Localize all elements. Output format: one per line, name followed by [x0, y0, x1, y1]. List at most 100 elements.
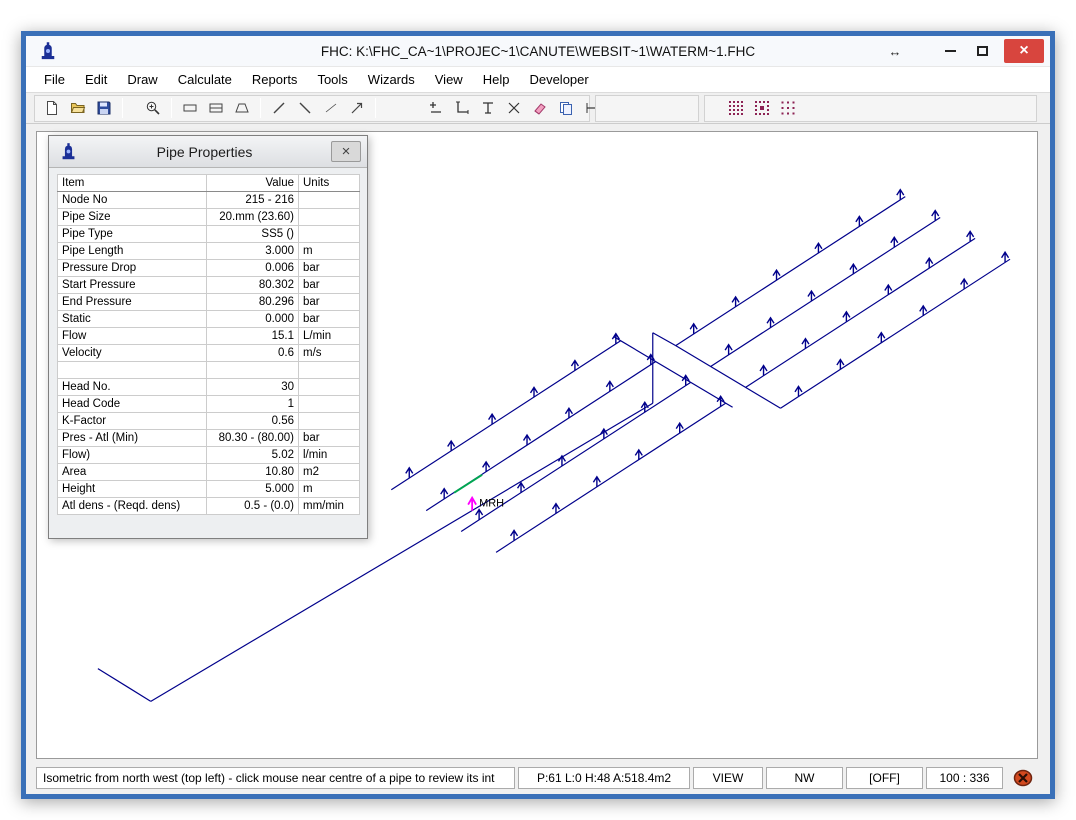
pipe-elbow-button[interactable] [450, 97, 474, 119]
status-bar: Isometric from north west (top left) - c… [26, 766, 1050, 794]
property-units: L/min [299, 328, 360, 345]
toolbar-separator [375, 98, 376, 118]
menu-item-reports[interactable]: Reports [242, 68, 308, 91]
property-item: Pipe Type [58, 226, 207, 243]
rect-mid-button[interactable] [204, 97, 228, 119]
property-row: Head No.30 [58, 379, 360, 396]
mrh-label: MRH [479, 498, 504, 510]
rect-mid-tool-icon [208, 100, 224, 116]
property-item: Area [58, 464, 207, 481]
table-header-row: ItemValueUnits [58, 175, 360, 192]
heads-sparse-button[interactable] [776, 97, 800, 119]
open-folder-button[interactable] [66, 97, 90, 119]
menu-item-file[interactable]: File [34, 68, 75, 91]
status-logo [1006, 767, 1040, 789]
property-row: Start Pressure80.302bar [58, 277, 360, 294]
arrow-tool-icon [349, 100, 365, 116]
rect-button[interactable] [178, 97, 202, 119]
panel-title-bar[interactable]: Pipe Properties × [49, 136, 367, 168]
line-up-tool-icon [271, 100, 287, 116]
copy-tool-icon [558, 100, 574, 116]
pipe-segment[interactable] [98, 669, 151, 702]
property-row: Flow15.1L/min [58, 328, 360, 345]
panel-close-button[interactable]: × [331, 141, 361, 162]
menu-item-help[interactable]: Help [473, 68, 520, 91]
line-up-button[interactable] [267, 97, 291, 119]
property-item: End Pressure [58, 294, 207, 311]
pipe-plus-button[interactable] [424, 97, 448, 119]
open-folder-icon [70, 100, 86, 116]
property-row: Area10.80m2 [58, 464, 360, 481]
trapezoid-button[interactable] [230, 97, 254, 119]
property-row: Static0.000bar [58, 311, 360, 328]
pipe-segment[interactable] [781, 259, 1011, 408]
property-item: K-Factor [58, 413, 207, 430]
menu-item-view[interactable]: View [425, 68, 473, 91]
workspace: MRH Pipe Properties × ItemValueUnits Nod… [26, 124, 1050, 766]
copy-button[interactable] [554, 97, 578, 119]
minimize-button[interactable] [934, 40, 966, 62]
property-value: 0.5 - (0.0) [207, 498, 299, 515]
maximize-button[interactable] [966, 40, 998, 62]
logo-x-icon [1013, 769, 1033, 787]
property-row: Flow)5.02l/min [58, 447, 360, 464]
property-value: 0.000 [207, 311, 299, 328]
property-value: 10.80 [207, 464, 299, 481]
menu-item-wizards[interactable]: Wizards [358, 68, 425, 91]
property-units [299, 362, 360, 379]
pipe-segment[interactable] [496, 403, 726, 552]
line-thin-button[interactable] [319, 97, 343, 119]
pipe-segment[interactable] [746, 238, 976, 387]
heads-block-button[interactable] [750, 97, 774, 119]
pipe-tee-button[interactable] [476, 97, 500, 119]
property-units: m [299, 481, 360, 498]
property-value: 80.30 - (80.00) [207, 430, 299, 447]
pipe-segment[interactable] [614, 337, 733, 408]
heads-grid-button[interactable] [724, 97, 748, 119]
pipe-tee-tool-icon [480, 100, 496, 116]
line-down-button[interactable] [293, 97, 317, 119]
menu-item-tools[interactable]: Tools [307, 68, 357, 91]
save-button[interactable] [92, 97, 116, 119]
zoom-button[interactable] [141, 97, 165, 119]
menu-item-calculate[interactable]: Calculate [168, 68, 242, 91]
menu-item-edit[interactable]: Edit [75, 68, 117, 91]
save-icon [96, 100, 112, 116]
property-value: 0.006 [207, 260, 299, 277]
menu-item-draw[interactable]: Draw [117, 68, 167, 91]
panel-icon [59, 142, 78, 161]
pipe-segment[interactable] [653, 333, 676, 346]
property-value: 30 [207, 379, 299, 396]
status-message: Isometric from north west (top left) - c… [36, 767, 515, 789]
title-bar[interactable]: FHC: K:\FHC_CA~1\PROJEC~1\CANUTE\WEBSIT~… [26, 36, 1050, 66]
pipe-segment[interactable] [711, 217, 941, 366]
property-units: bar [299, 430, 360, 447]
close-button[interactable]: × [1004, 39, 1044, 63]
pipe-cut-button[interactable] [502, 97, 526, 119]
property-row: End Pressure80.296bar [58, 294, 360, 311]
status-view-mode[interactable]: VIEW [693, 767, 763, 789]
new-file-button[interactable] [40, 97, 64, 119]
selected-pipe-segment[interactable] [454, 475, 482, 493]
trapezoid-tool-icon [234, 100, 250, 116]
property-item: Atl dens - (Reqd. dens) [58, 498, 207, 515]
status-stats: P:61 L:0 H:48 A:518.4m2 [518, 767, 690, 789]
status-zoom-ratio[interactable]: 100 : 336 [926, 767, 1003, 789]
rect-tool-icon [182, 100, 198, 116]
pipe-segment[interactable] [676, 197, 906, 346]
resize-icon[interactable]: ↔ [884, 40, 906, 62]
panel-title: Pipe Properties [78, 144, 331, 160]
status-snap-toggle[interactable]: [OFF] [846, 767, 923, 789]
property-units: mm/min [299, 498, 360, 515]
property-item: Pres - Atl (Min) [58, 430, 207, 447]
property-item: Head No. [58, 379, 207, 396]
menu-item-developer[interactable]: Developer [519, 68, 598, 91]
property-item: Start Pressure [58, 277, 207, 294]
property-units: bar [299, 311, 360, 328]
pipe-segment[interactable] [391, 341, 621, 490]
arrow-button[interactable] [345, 97, 369, 119]
property-units: l/min [299, 447, 360, 464]
property-row: Pipe Length3.000m [58, 243, 360, 260]
eraser-button[interactable] [528, 97, 552, 119]
status-orientation[interactable]: NW [766, 767, 843, 789]
